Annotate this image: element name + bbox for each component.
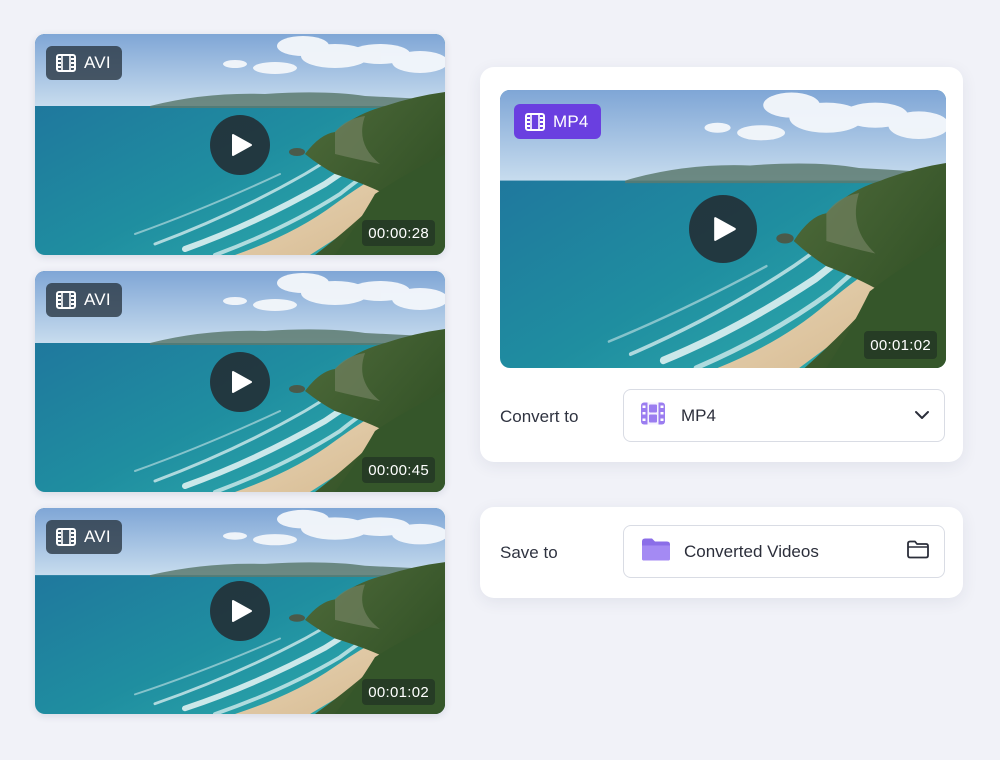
film-icon bbox=[56, 54, 76, 72]
save-location-field[interactable]: Converted Videos bbox=[623, 525, 945, 578]
save-to-label: Save to bbox=[500, 543, 558, 562]
play-icon bbox=[231, 133, 253, 157]
output-format-badge: MP4 bbox=[514, 104, 601, 139]
source-video-card[interactable]: AVI 00:00:45 bbox=[35, 271, 445, 492]
convert-to-label: Convert to bbox=[500, 407, 579, 426]
play-button[interactable] bbox=[210, 581, 270, 641]
duration-label: 00:01:02 bbox=[362, 679, 435, 705]
duration-label: 00:01:02 bbox=[864, 331, 937, 359]
chevron-down-icon bbox=[914, 407, 930, 425]
play-icon bbox=[231, 599, 253, 623]
duration-label: 00:00:45 bbox=[362, 457, 435, 483]
save-panel: Save to Converted Videos bbox=[480, 507, 963, 598]
film-icon bbox=[56, 291, 76, 309]
save-location-value: Converted Videos bbox=[684, 541, 819, 561]
output-preview[interactable]: MP4 00:01:02 bbox=[500, 90, 946, 368]
format-badge: AVI bbox=[46, 46, 122, 80]
format-select-value: MP4 bbox=[681, 405, 716, 425]
format-label: AVI bbox=[84, 53, 111, 72]
film-icon bbox=[525, 113, 545, 131]
play-button[interactable] bbox=[210, 114, 270, 175]
folder-outline-icon[interactable] bbox=[906, 539, 930, 564]
film-icon bbox=[56, 528, 76, 546]
format-select[interactable]: MP4 bbox=[623, 389, 945, 442]
format-label: MP4 bbox=[553, 111, 589, 131]
play-icon bbox=[713, 216, 737, 242]
format-label: AVI bbox=[84, 290, 111, 309]
film-icon bbox=[640, 401, 666, 430]
source-video-card[interactable]: AVI 00:01:02 bbox=[35, 508, 445, 714]
folder-icon bbox=[640, 536, 672, 567]
play-button[interactable] bbox=[210, 351, 270, 412]
format-badge: AVI bbox=[46, 520, 122, 554]
source-video-card[interactable]: AVI 00:00:28 bbox=[35, 34, 445, 255]
play-button[interactable] bbox=[689, 195, 757, 263]
convert-panel: MP4 00:01:02 Convert to MP4 bbox=[480, 67, 963, 462]
format-label: AVI bbox=[84, 527, 111, 546]
play-icon bbox=[231, 370, 253, 394]
format-badge: AVI bbox=[46, 283, 122, 317]
duration-label: 00:00:28 bbox=[362, 220, 435, 246]
